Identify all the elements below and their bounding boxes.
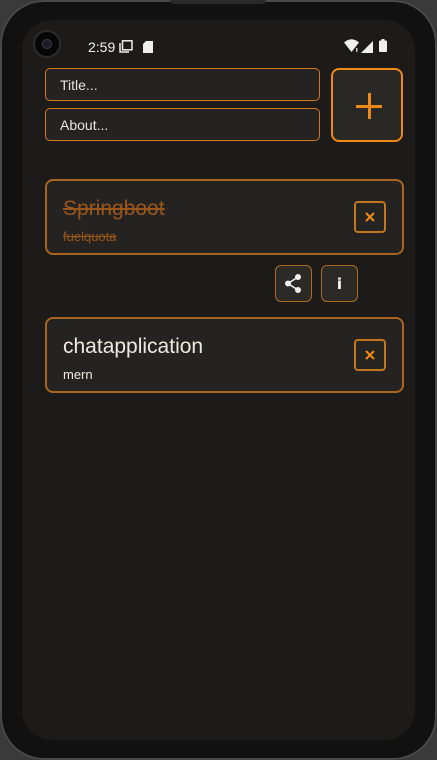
note-card[interactable]: Springboot fuelquota xyxy=(45,179,404,255)
share-button[interactable] xyxy=(275,265,312,302)
wifi-icon xyxy=(344,39,359,57)
close-icon xyxy=(365,350,375,360)
sd-card-icon xyxy=(143,40,153,58)
about-input[interactable] xyxy=(45,108,320,141)
screenshot-notification-icon xyxy=(119,40,133,58)
cellular-signal-icon xyxy=(361,40,373,58)
delete-note-button[interactable] xyxy=(354,201,386,233)
note-subtitle: mern xyxy=(63,367,93,382)
title-input[interactable] xyxy=(45,68,320,101)
phone-frame: 2:59 Springboot f xyxy=(0,0,437,760)
note-title: chatapplication xyxy=(63,335,204,358)
app-screen: 2:59 Springboot f xyxy=(22,20,415,740)
note-card[interactable]: chatapplication mern xyxy=(45,317,404,393)
info-label: i xyxy=(336,275,343,293)
share-icon xyxy=(285,274,301,293)
info-button[interactable]: i xyxy=(321,265,358,302)
delete-note-button[interactable] xyxy=(354,339,386,371)
front-camera xyxy=(35,32,59,56)
note-title: Springboot xyxy=(63,197,165,220)
add-note-button[interactable] xyxy=(331,68,403,142)
status-time: 2:59 xyxy=(88,39,116,55)
speaker-notch xyxy=(170,0,266,4)
status-bar: 2:59 xyxy=(22,20,415,70)
battery-icon xyxy=(379,39,387,57)
close-icon xyxy=(365,212,375,222)
note-subtitle: fuelquota xyxy=(63,229,117,244)
